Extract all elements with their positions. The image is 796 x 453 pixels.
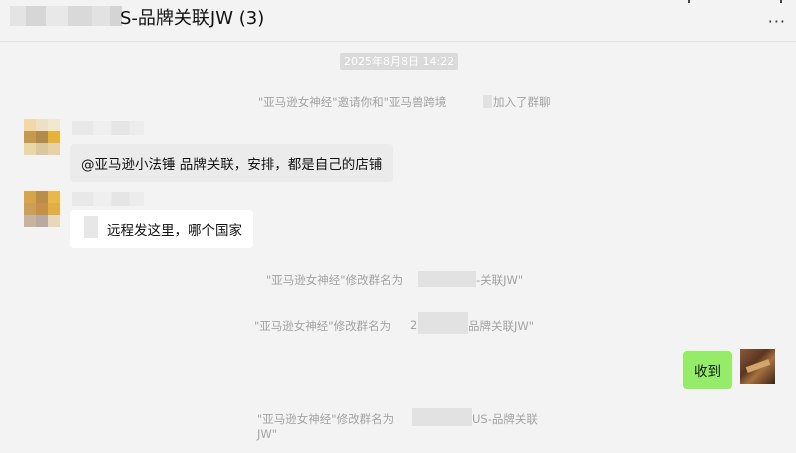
system-message-rename-prefix: "亚马逊女神经"修改群名为 (257, 412, 395, 426)
system-message-rename-suffix: US-品牌关联 (472, 412, 538, 426)
avatar-cell (24, 143, 36, 155)
window-edge-mark (780, 0, 782, 3)
avatar-cell (36, 143, 48, 155)
system-message-rename-prefix: "亚马逊女神经"修改群名为 (266, 273, 404, 287)
avatar-cell (24, 119, 36, 131)
chat-header: S-品牌关联JW (3) ··· (0, 0, 796, 42)
chat-title: S-品牌关联JW (3) (120, 8, 265, 29)
message-text: 远程发这里，哪个国家 (107, 223, 242, 239)
system-message-invite-text: "亚马逊女神经"邀请你和"亚马兽跨境 (258, 95, 447, 109)
system-message-invite: "亚马逊女神经"邀请你和"亚马兽跨境 (258, 94, 446, 110)
avatar-cell (36, 119, 48, 131)
redacted-name (418, 312, 468, 334)
message-bubble-outgoing[interactable]: 收到 (683, 351, 732, 389)
avatar-cell (36, 191, 48, 203)
more-options-icon[interactable]: ··· (768, 14, 786, 30)
system-message-rename-suffix: -关联JW" (476, 273, 524, 287)
avatar-cell (48, 215, 60, 227)
avatar-cell (36, 131, 48, 143)
sender-name-redacted (72, 121, 144, 135)
redacted-name (412, 408, 472, 426)
sender-name-redacted (72, 192, 144, 206)
timestamp-badge: 2025年8月8日 14:22 (340, 53, 459, 70)
avatar-cell (24, 191, 36, 203)
system-message-rename-mid: 2 (410, 318, 418, 332)
self-avatar[interactable] (740, 349, 775, 384)
avatar-cell (24, 131, 36, 143)
avatar-cell (36, 215, 48, 227)
window-edge-mark (688, 0, 690, 3)
avatar-cell (48, 143, 60, 155)
avatar-cell (48, 119, 60, 131)
redacted-content (84, 216, 98, 238)
avatar-cell (48, 131, 60, 143)
avatar-cell (48, 191, 60, 203)
avatar-cell (24, 203, 36, 215)
title-redacted (10, 6, 122, 26)
system-message-rename-line2: JW" (257, 427, 278, 441)
message-bubble-incoming[interactable]: @亚马逊小法锤 品牌关联，安排，都是自己的店铺 (70, 144, 394, 182)
redacted-name (418, 271, 476, 287)
system-message-rename-suffix: 品牌关联JW" (468, 319, 535, 333)
chat-window: S-品牌关联JW (3) ··· 2025年8月8日 14:22 "亚马逊女神经… (0, 0, 796, 453)
redacted-name (483, 95, 492, 108)
system-message-rename-prefix: "亚马逊女神经"修改群名为 (254, 319, 392, 333)
avatar[interactable] (24, 119, 60, 155)
avatar[interactable] (24, 191, 60, 227)
system-message-invite-suffix: 加入了群聊 (493, 95, 551, 109)
avatar-cell (48, 203, 60, 215)
avatar-cell (24, 215, 36, 227)
avatar-cell (36, 203, 48, 215)
